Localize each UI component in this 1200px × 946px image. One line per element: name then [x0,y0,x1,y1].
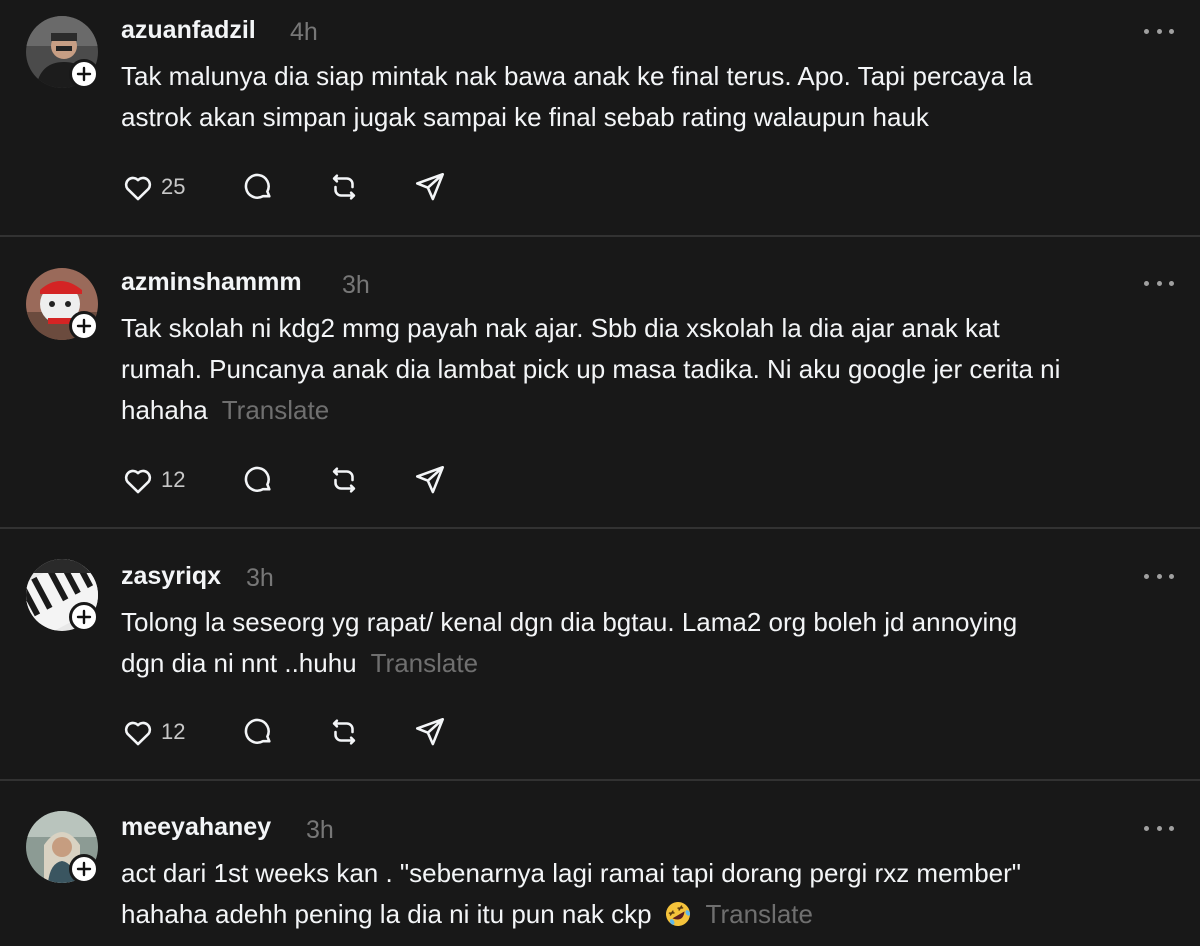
post-text-line: hahaha Translate [121,390,1181,431]
like-button[interactable]: 12 [121,715,185,749]
post-text-line: Tak skolah ni kdg2 mmg payah nak ajar. S… [121,313,1000,343]
repost-icon [332,174,356,200]
post-text-line: hahaha adehh pening la dia ni itu pun na… [121,894,1181,935]
follow-button[interactable] [69,602,99,632]
follow-button[interactable] [69,59,99,89]
post-item: azuanfadzil 4h Tak malunya dia siap mint… [0,0,1200,236]
post-text-line: astrok akan simpan jugak sampai ke final… [121,102,929,132]
share-icon [415,717,445,746]
comment-button[interactable] [241,463,275,497]
more-options-icon[interactable] [1144,277,1174,289]
plus-icon [76,609,92,625]
timestamp: 3h [306,816,334,844]
heart-icon [124,721,152,746]
username[interactable]: zasyriqx [121,562,221,591]
rolling-on-floor-laughing-emoji [665,902,690,926]
comment-icon [244,466,271,492]
post-text-fragment: hahaha adehh pening la dia ni itu pun na… [121,899,652,929]
username[interactable]: meeyahaney [121,813,271,842]
comment-button[interactable] [241,715,275,749]
post-text-fragment: dgn dia ni nnt ..huhu [121,648,357,678]
more-options-icon[interactable] [1144,822,1174,834]
plus-icon [76,66,92,82]
post-text-line: Tolong la seseorg yg rapat/ kenal dgn di… [121,607,1018,637]
share-button[interactable] [413,715,447,749]
heart-icon [124,176,152,201]
repost-button[interactable] [327,170,361,204]
like-count: 12 [161,719,186,744]
post-text: act dari 1st weeks kan . "sebenarnya lag… [121,853,1181,935]
timestamp: 3h [246,564,274,592]
timestamp: 3h [342,271,370,299]
post-text-line: dgn dia ni nnt ..huhu Translate [121,643,1181,684]
share-icon [415,465,445,494]
follow-button[interactable] [69,311,99,341]
more-options-icon[interactable] [1144,25,1174,37]
like-count: 12 [161,467,186,492]
plus-icon [76,861,92,877]
post-item: azminshammm 3h Tak skolah ni kdg2 mmg pa… [0,237,1200,527]
post-item: meeyahaney 3h act dari 1st weeks kan . "… [0,781,1200,946]
post-item: zasyriqx 3h Tolong la seseorg yg rapat/ … [0,529,1200,779]
repost-button[interactable] [327,463,361,497]
username[interactable]: azuanfadzil [121,16,256,45]
share-button[interactable] [413,170,447,204]
more-options-icon[interactable] [1144,570,1174,582]
share-button[interactable] [413,463,447,497]
post-text-line: act dari 1st weeks kan . "sebenarnya lag… [121,858,1021,888]
comment-button[interactable] [241,170,275,204]
like-button[interactable]: 12 [121,463,185,497]
heart-icon [124,469,152,494]
translate-link[interactable]: Translate [222,395,329,425]
post-text: Tak skolah ni kdg2 mmg payah nak ajar. S… [121,308,1181,431]
share-icon [415,172,445,201]
follow-button[interactable] [69,854,99,884]
post-text-line: rumah. Puncanya anak dia lambat pick up … [121,354,1061,384]
post-text: Tolong la seseorg yg rapat/ kenal dgn di… [121,602,1181,684]
translate-link[interactable]: Translate [706,899,813,929]
repost-button[interactable] [327,715,361,749]
comment-icon [244,173,271,199]
timestamp: 4h [290,18,318,46]
repost-icon [332,719,356,745]
post-text: Tak malunya dia siap mintak nak bawa ana… [121,56,1181,138]
repost-icon [332,467,356,493]
comment-icon [244,718,271,744]
translate-link[interactable]: Translate [371,648,478,678]
plus-icon [76,318,92,334]
username[interactable]: azminshammm [121,268,302,297]
post-text-line: Tak malunya dia siap mintak nak bawa ana… [121,61,1033,91]
like-button[interactable]: 25 [121,170,185,204]
like-count: 25 [161,174,186,199]
post-text-fragment: hahaha [121,395,208,425]
